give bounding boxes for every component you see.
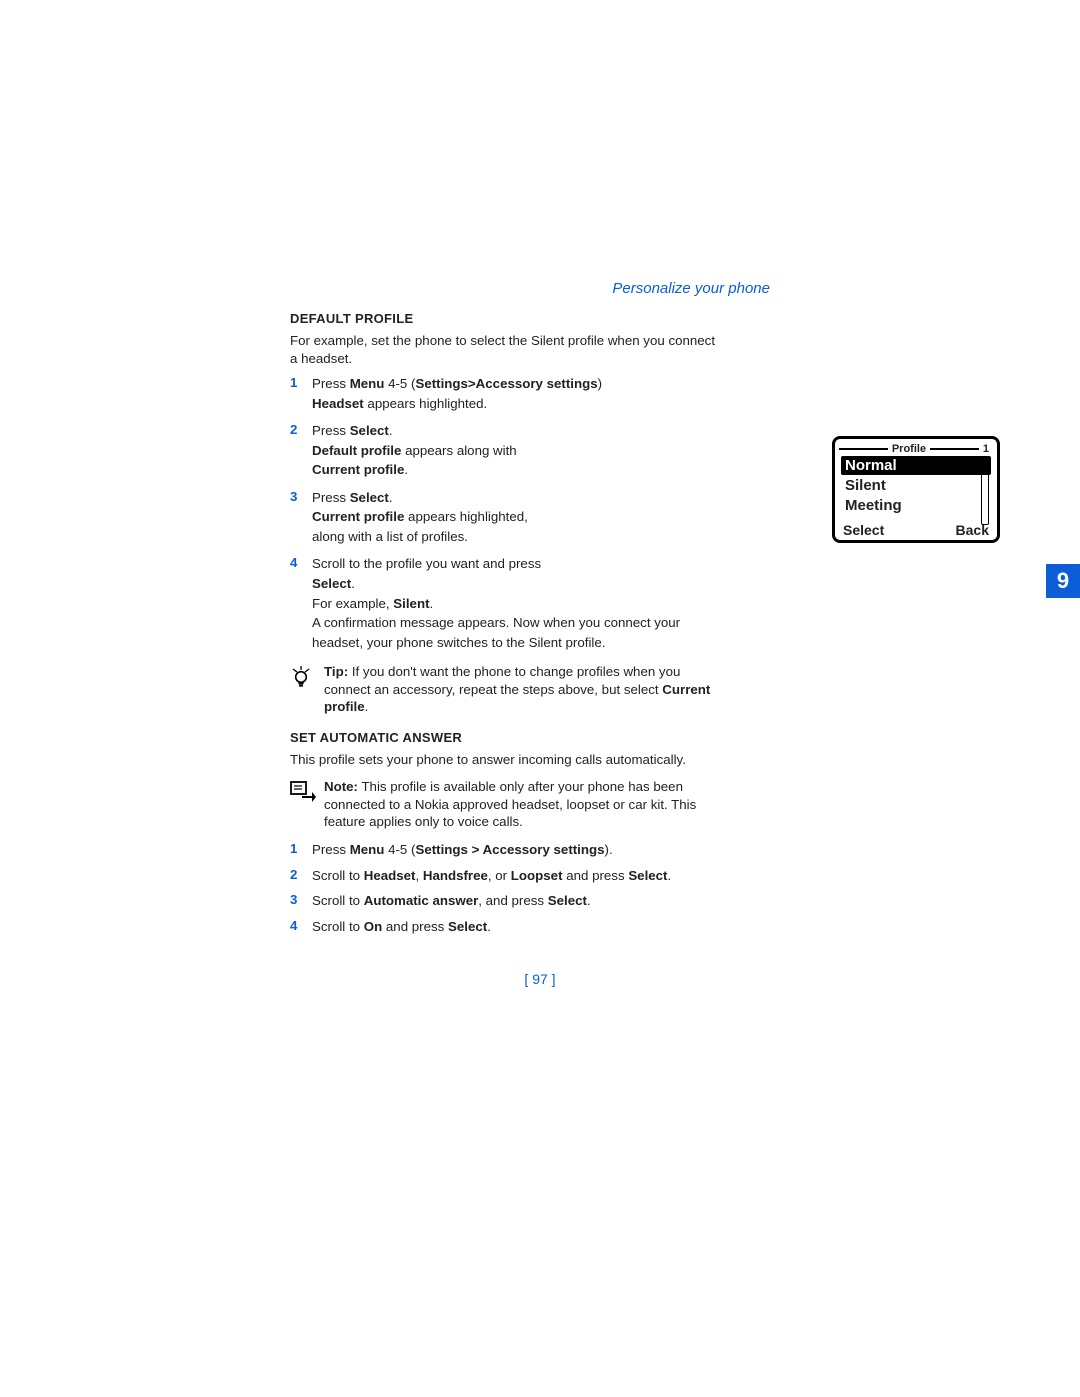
phone-title-row: Profile 1 bbox=[839, 443, 993, 455]
step-body: Scroll to Automatic answer, and press Se… bbox=[312, 892, 770, 910]
list-item: 1 Press Menu 4-5 (Settings>Accessory set… bbox=[290, 375, 770, 414]
step-number: 1 bbox=[290, 375, 312, 414]
step-body: Press Select. Current profile appears hi… bbox=[312, 489, 562, 548]
step-number: 1 bbox=[290, 841, 312, 859]
lightbulb-icon bbox=[290, 663, 324, 716]
list-item: 3 Press Select. Current profile appears … bbox=[290, 489, 770, 548]
step-number: 2 bbox=[290, 867, 312, 885]
list-item: 1 Press Menu 4-5 (Settings > Accessory s… bbox=[290, 841, 770, 859]
step-number: 2 bbox=[290, 422, 312, 481]
profile-item-silent: Silent bbox=[841, 476, 991, 495]
profile-item-normal: Normal bbox=[841, 456, 991, 475]
note-callout: Note: This profile is available only aft… bbox=[290, 778, 770, 831]
page-content: Personalize your phone DEFAULT PROFILE F… bbox=[290, 280, 770, 935]
phone-title: Profile bbox=[888, 443, 930, 455]
softkey-left: Select bbox=[843, 522, 884, 538]
phone-screen: Profile 1 Normal Silent Meeting Select B… bbox=[832, 436, 1000, 543]
step-body: Press Select. Default profile appears al… bbox=[312, 422, 562, 481]
chapter-number: 9 bbox=[1057, 568, 1069, 594]
list-item: 2 Press Select. Default profile appears … bbox=[290, 422, 770, 481]
note-icon bbox=[290, 778, 324, 831]
divider-line bbox=[839, 448, 888, 450]
phone-scrollbar bbox=[981, 463, 989, 525]
tip-body: Tip: If you don't want the phone to chan… bbox=[324, 663, 770, 716]
ordered-list: 1 Press Menu 4-5 (Settings > Accessory s… bbox=[290, 841, 770, 935]
ordered-list: 1 Press Menu 4-5 (Settings>Accessory set… bbox=[290, 375, 770, 653]
divider-line bbox=[930, 448, 979, 450]
manual-page: 9 Profile 1 Normal Silent Meeting Select… bbox=[0, 0, 1080, 1397]
heading-set-automatic-answer: SET AUTOMATIC ANSWER bbox=[290, 730, 770, 745]
step-number: 3 bbox=[290, 892, 312, 910]
step-number: 4 bbox=[290, 918, 312, 936]
step-number: 3 bbox=[290, 489, 312, 548]
body-text: This profile sets your phone to answer i… bbox=[290, 751, 770, 769]
page-number: [ 97 ] bbox=[0, 971, 1080, 987]
phone-scrollbar-thumb bbox=[982, 464, 988, 474]
phone-softkey-row: Select Back bbox=[839, 519, 993, 538]
phone-page-indicator: 1 bbox=[979, 443, 993, 455]
chapter-tab: 9 bbox=[1046, 564, 1080, 598]
running-header: Personalize your phone bbox=[290, 280, 770, 297]
list-item: 3 Scroll to Automatic answer, and press … bbox=[290, 892, 770, 910]
step-body: Press Menu 4-5 (Settings > Accessory set… bbox=[312, 841, 770, 859]
step-body: Scroll to On and press Select. bbox=[312, 918, 770, 936]
heading-default-profile: DEFAULT PROFILE bbox=[290, 311, 770, 326]
list-item: 4 Scroll to On and press Select. bbox=[290, 918, 770, 936]
phone-screen-figure: Profile 1 Normal Silent Meeting Select B… bbox=[832, 436, 1000, 543]
step-body: Scroll to Headset, Handsfree, or Loopset… bbox=[312, 867, 770, 885]
step-body: Scroll to the profile you want and press… bbox=[312, 555, 770, 653]
step-number: 4 bbox=[290, 555, 312, 653]
step-body: Press Menu 4-5 (Settings>Accessory setti… bbox=[312, 375, 770, 414]
list-item: 4 Scroll to the profile you want and pre… bbox=[290, 555, 770, 653]
note-body: Note: This profile is available only aft… bbox=[324, 778, 770, 831]
body-text: For example, set the phone to select the… bbox=[290, 332, 770, 367]
list-item: 2 Scroll to Headset, Handsfree, or Loops… bbox=[290, 867, 770, 885]
tip-callout: Tip: If you don't want the phone to chan… bbox=[290, 663, 770, 716]
profile-item-meeting: Meeting bbox=[841, 496, 991, 515]
